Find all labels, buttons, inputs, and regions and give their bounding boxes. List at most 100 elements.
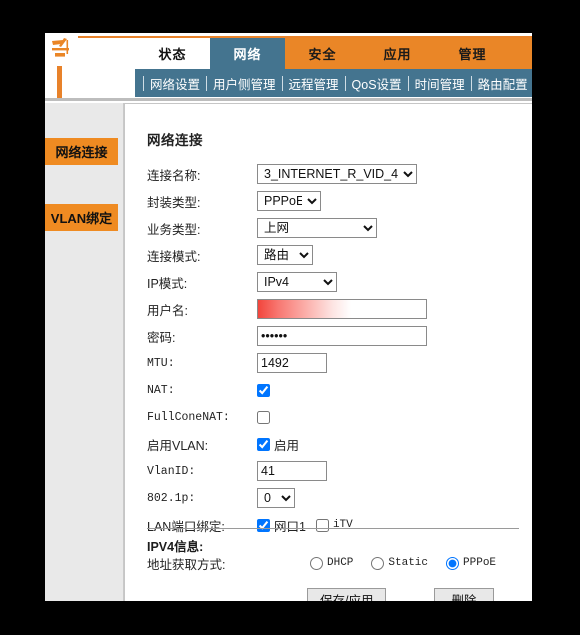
enable-vlan-checkbox[interactable] bbox=[257, 437, 270, 451]
sidebar-item-network-connection[interactable]: 网络连接 bbox=[45, 138, 118, 165]
radio-option-dhcp[interactable]: DHCP bbox=[310, 556, 354, 570]
main-tab-security[interactable]: 安全 bbox=[285, 38, 360, 69]
row-connection-name: 连接名称: 3_INTERNET_R_VID_41 bbox=[147, 162, 519, 186]
lan-port-1-checkbox[interactable] bbox=[257, 518, 270, 532]
enable-vlan-checkbox-label: 启用 bbox=[274, 438, 300, 453]
field-fullconenat bbox=[257, 410, 519, 424]
section-divider bbox=[147, 528, 519, 529]
page-title: 网络连接 bbox=[147, 133, 203, 148]
field-vlan-id bbox=[257, 461, 519, 481]
label-nat: NAT: bbox=[147, 383, 175, 397]
row-mtu: MTU: bbox=[147, 351, 519, 375]
row-nat: NAT: bbox=[147, 378, 519, 402]
mtu-input[interactable] bbox=[257, 353, 327, 373]
username-wrapper bbox=[257, 299, 427, 319]
main-nav: 状态 网络 安全 应用 管理 bbox=[78, 38, 532, 69]
radio-option-pppoe[interactable]: PPPoE bbox=[446, 556, 497, 570]
label-lan-port-bind: LAN端口绑定: bbox=[147, 519, 225, 534]
connection-form: 连接名称: 3_INTERNET_R_VID_41 封装类型: PPPoE 业务… bbox=[147, 162, 519, 540]
lan-port-itv-label: iTV bbox=[332, 519, 353, 531]
main-nav-spacer bbox=[78, 38, 135, 69]
sub-nav-item-network-settings[interactable]: 网络设置 bbox=[144, 74, 206, 93]
field-dot1p: 0 bbox=[257, 488, 519, 508]
row-connection-mode: 连接模式: 路由 bbox=[147, 243, 519, 267]
password-input[interactable] bbox=[257, 326, 427, 346]
main-tab-status[interactable]: 状态 bbox=[135, 38, 210, 69]
field-password bbox=[257, 326, 519, 346]
lan-port-1-label: 网口1 bbox=[274, 519, 306, 534]
field-nat bbox=[257, 383, 519, 397]
row-ip-mode: IP模式: IPv4 bbox=[147, 270, 519, 294]
ip-mode-select[interactable]: IPv4 bbox=[257, 272, 337, 292]
pppoe-label: PPPoE bbox=[463, 557, 497, 569]
static-radio[interactable] bbox=[371, 556, 385, 570]
label-address-mode: 地址获取方式: bbox=[147, 557, 226, 572]
router-admin-page: 状态 网络 安全 应用 管理 网络设置 用户侧管理 远程管理 QoS设置 时间管… bbox=[45, 33, 532, 601]
sidebar: 网络连接 VLAN绑定 bbox=[45, 103, 124, 601]
fullconenat-checkbox[interactable] bbox=[257, 410, 270, 424]
vlan-id-input[interactable] bbox=[257, 461, 327, 481]
service-type-select[interactable]: 上网 bbox=[257, 218, 377, 238]
save-apply-button[interactable]: 保存/应用 bbox=[307, 588, 387, 601]
row-fullconenat: FullConeNAT: bbox=[147, 405, 519, 429]
field-connection-mode: 路由 bbox=[257, 245, 519, 265]
field-lan-port-bind: 网口1 iTV bbox=[257, 516, 519, 535]
dot1p-select[interactable]: 0 bbox=[257, 488, 295, 508]
address-mode-row: 地址获取方式: DHCP Static PPPoE bbox=[147, 553, 519, 573]
field-encapsulation: PPPoE bbox=[257, 191, 519, 211]
row-service-type: 业务类型: 上网 bbox=[147, 216, 519, 240]
dhcp-radio[interactable] bbox=[310, 556, 323, 570]
field-service-type: 上网 bbox=[257, 218, 519, 238]
field-enable-vlan: 启用 bbox=[257, 435, 519, 454]
row-vlan-id: VlanID: bbox=[147, 459, 519, 483]
static-label: Static bbox=[388, 557, 429, 569]
main-tab-management[interactable]: 管理 bbox=[435, 38, 510, 69]
main-nav-tail bbox=[510, 38, 532, 69]
lan-port-itv-checkbox[interactable] bbox=[315, 518, 329, 532]
sub-nav-item-qos-settings[interactable]: QoS设置 bbox=[346, 74, 408, 93]
sidebar-item-vlan-binding[interactable]: VLAN绑定 bbox=[45, 204, 118, 231]
label-password: 密码: bbox=[147, 330, 176, 345]
sub-nav-item-time-management[interactable]: 时间管理 bbox=[409, 74, 471, 93]
label-enable-vlan: 启用VLAN: bbox=[147, 438, 209, 453]
main-tab-network[interactable]: 网络 bbox=[210, 38, 285, 69]
encapsulation-select[interactable]: PPPoE bbox=[257, 191, 321, 211]
label-username: 用户名: bbox=[147, 303, 188, 318]
row-encapsulation: 封装类型: PPPoE bbox=[147, 189, 519, 213]
row-enable-vlan: 启用VLAN: 启用 bbox=[147, 432, 519, 456]
label-ip-mode: IP模式: bbox=[147, 276, 188, 291]
label-encapsulation: 封装类型: bbox=[147, 195, 201, 210]
label-mtu: MTU: bbox=[147, 356, 175, 370]
brand-logo-icon bbox=[50, 35, 78, 67]
label-vlan-id: VlanID: bbox=[147, 464, 196, 478]
label-service-type: 业务类型: bbox=[147, 222, 201, 237]
row-username: 用户名: bbox=[147, 297, 519, 321]
label-fullconenat: FullConeNAT: bbox=[147, 410, 230, 424]
sub-nav-item-client-management[interactable]: 用户侧管理 bbox=[207, 74, 282, 93]
field-username bbox=[257, 299, 519, 319]
radio-option-static[interactable]: Static bbox=[371, 556, 429, 570]
username-input[interactable] bbox=[257, 299, 427, 319]
field-ip-mode: IPv4 bbox=[257, 272, 519, 292]
pppoe-radio[interactable] bbox=[446, 556, 460, 570]
field-mtu bbox=[257, 353, 519, 373]
dhcp-label: DHCP bbox=[327, 557, 354, 569]
label-connection-name: 连接名称: bbox=[147, 168, 201, 183]
main-tab-application[interactable]: 应用 bbox=[360, 38, 435, 69]
sub-nav-item-route-config[interactable]: 路由配置 bbox=[472, 74, 532, 93]
action-button-row: 保存/应用 删除 bbox=[147, 588, 519, 601]
row-password: 密码: bbox=[147, 324, 519, 348]
nat-checkbox[interactable] bbox=[257, 383, 270, 397]
screen: 状态 网络 安全 应用 管理 网络设置 用户侧管理 远程管理 QoS设置 时间管… bbox=[0, 0, 580, 635]
content-panel: 网络连接 连接名称: 3_INTERNET_R_VID_41 封装类型: PPP… bbox=[124, 103, 532, 601]
row-lan-port-bind: LAN端口绑定: 网口1 iTV bbox=[147, 513, 519, 537]
field-connection-name: 3_INTERNET_R_VID_41 bbox=[257, 164, 519, 184]
connection-mode-select[interactable]: 路由 bbox=[257, 245, 313, 265]
label-connection-mode: 连接模式: bbox=[147, 249, 201, 264]
sub-nav-item-remote-management[interactable]: 远程管理 bbox=[283, 74, 345, 93]
label-dot1p: 802.1p: bbox=[147, 491, 196, 505]
sub-nav: 网络设置 用户侧管理 远程管理 QoS设置 时间管理 路由配置 bbox=[135, 69, 532, 97]
connection-name-select[interactable]: 3_INTERNET_R_VID_41 bbox=[257, 164, 417, 184]
page-body: 网络连接 VLAN绑定 网络连接 连接名称: 3_INTERNET_R_VID_… bbox=[45, 103, 532, 601]
delete-button[interactable]: 删除 bbox=[434, 588, 494, 601]
